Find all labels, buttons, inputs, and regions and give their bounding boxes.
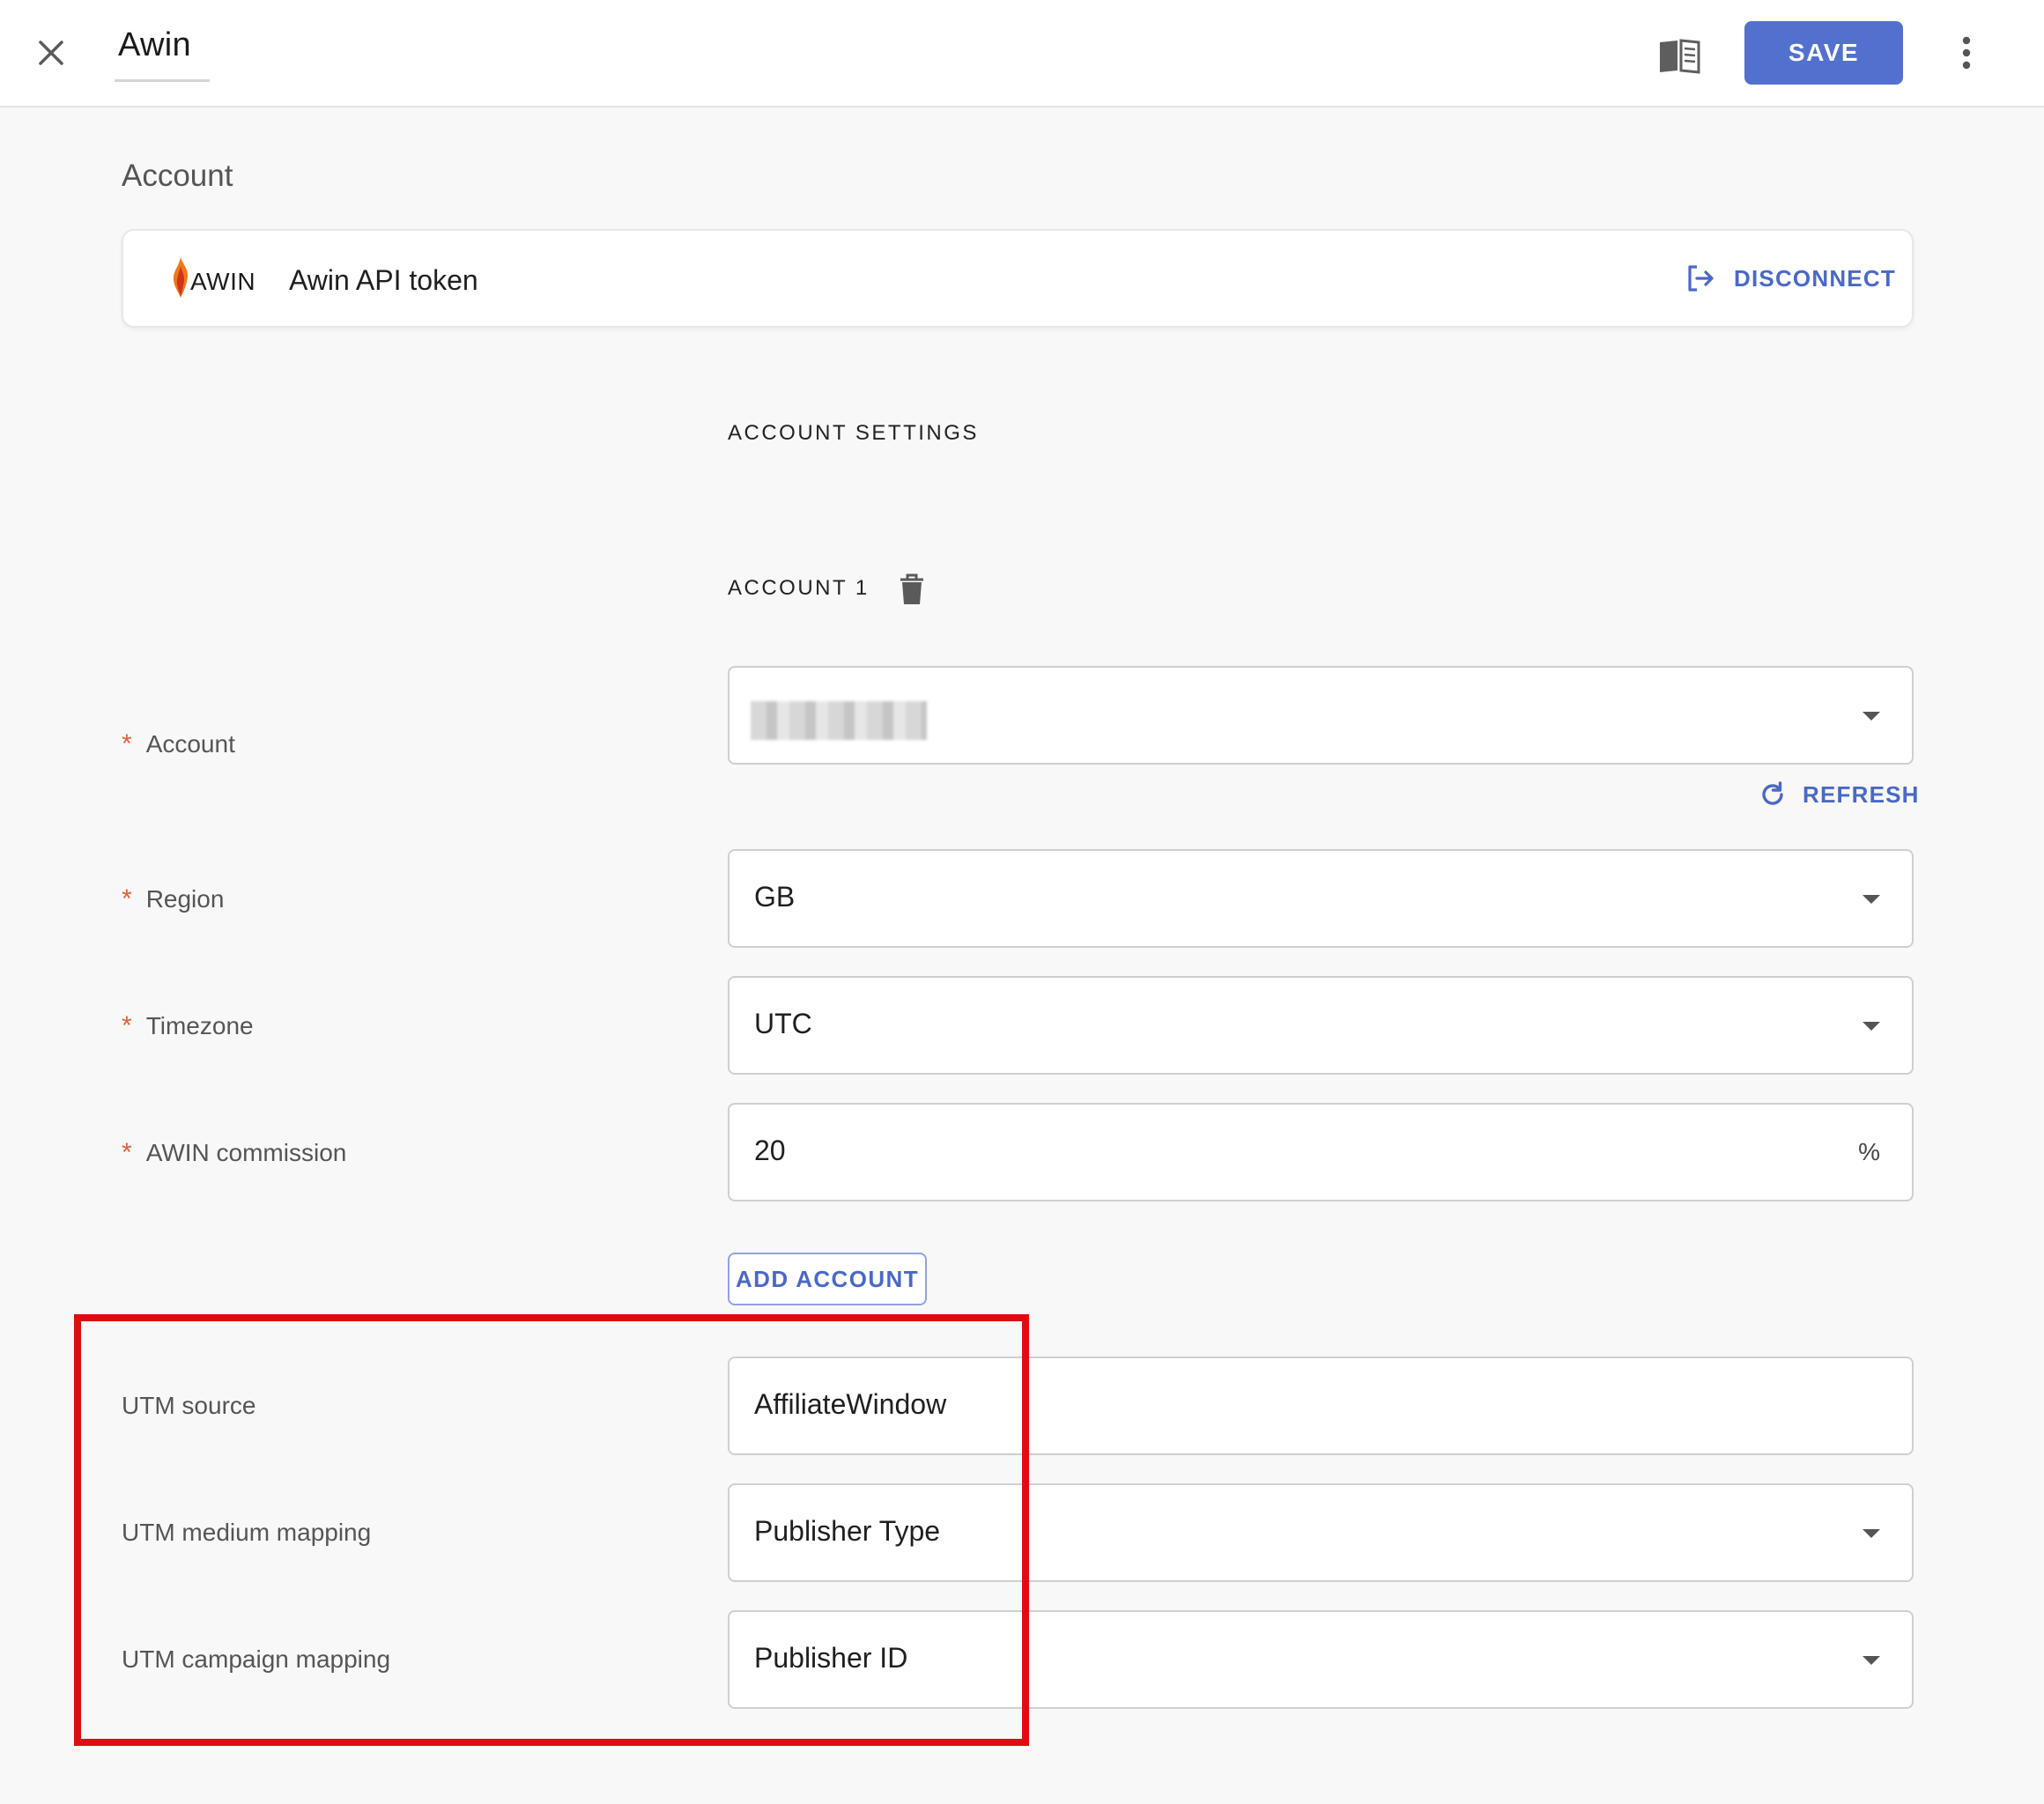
commission-value: 20 xyxy=(754,1135,786,1166)
timezone-value: UTC xyxy=(754,1008,812,1039)
region-field-label: * Region xyxy=(122,884,225,913)
refresh-label: REFRESH xyxy=(1803,780,1920,808)
account-connection-card: AWIN Awin API token DISCONNECT xyxy=(122,229,1914,328)
chevron-down-icon xyxy=(1863,1022,1880,1031)
timezone-field-label: * Timezone xyxy=(122,1011,254,1040)
required-marker: * xyxy=(122,729,132,758)
page-title: Awin xyxy=(118,26,191,63)
add-account-button[interactable]: ADD ACCOUNT xyxy=(728,1253,927,1305)
chevron-down-icon xyxy=(1863,1656,1880,1665)
commission-input[interactable]: 20 % xyxy=(728,1103,1914,1201)
required-marker: * xyxy=(122,1011,132,1040)
required-marker: * xyxy=(122,884,132,913)
more-vertical-icon[interactable] xyxy=(1949,32,1984,74)
account-field-label: * Account xyxy=(122,729,235,758)
api-token-label: Awin API token xyxy=(289,264,478,296)
timezone-select[interactable]: UTC xyxy=(728,976,1914,1075)
logout-icon xyxy=(1688,265,1714,292)
disconnect-button[interactable]: DISCONNECT xyxy=(1685,261,1896,296)
region-value: GB xyxy=(754,881,796,913)
book-icon[interactable] xyxy=(1655,30,1704,79)
save-button[interactable]: SAVE xyxy=(1744,21,1903,85)
section-title-account: Account xyxy=(122,159,233,193)
utm-highlight-box xyxy=(74,1314,1029,1746)
chevron-down-icon xyxy=(1863,712,1880,721)
awin-flame-icon xyxy=(173,257,189,298)
region-select[interactable]: GB xyxy=(728,849,1914,948)
account-settings-heading: ACCOUNT SETTINGS xyxy=(728,421,979,445)
refresh-button[interactable]: REFRESH xyxy=(1759,779,1920,810)
percent-suffix: % xyxy=(1858,1138,1880,1165)
top-bar: Awin SAVE xyxy=(0,0,2044,107)
commission-field-label: * AWIN commission xyxy=(122,1138,347,1167)
title-underline xyxy=(115,79,210,82)
trash-icon[interactable] xyxy=(897,573,927,606)
account-value-redacted xyxy=(751,701,927,740)
close-icon[interactable] xyxy=(30,32,72,74)
required-marker: * xyxy=(122,1138,132,1167)
refresh-icon xyxy=(1762,781,1783,805)
chevron-down-icon xyxy=(1863,895,1880,904)
chevron-down-icon xyxy=(1863,1529,1880,1538)
awin-logo-text: AWIN xyxy=(190,268,256,295)
account-select[interactable] xyxy=(728,666,1914,765)
disconnect-label: DISCONNECT xyxy=(1734,264,1896,292)
account-1-heading: ACCOUNT 1 xyxy=(728,576,870,600)
